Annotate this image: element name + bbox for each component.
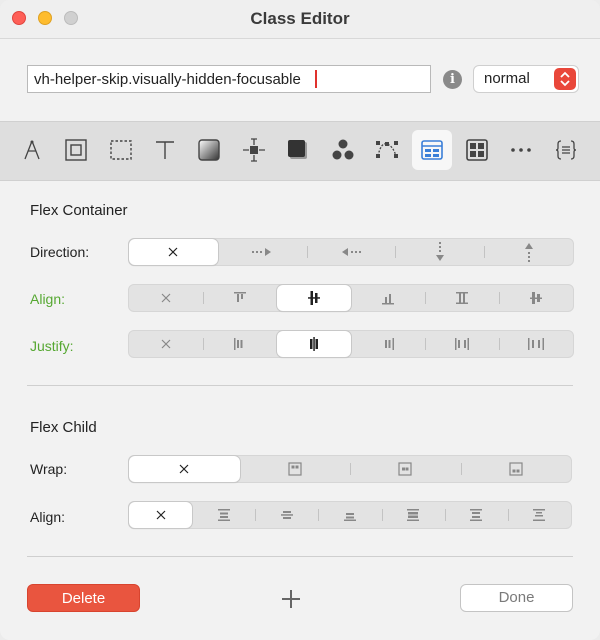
direction-column-reverse-button[interactable]	[484, 239, 573, 265]
box-icon[interactable]	[56, 130, 96, 170]
shapes-icon[interactable]	[323, 130, 363, 170]
child-align-end-button[interactable]	[318, 502, 381, 528]
path-icon[interactable]	[367, 130, 407, 170]
text-icon[interactable]	[145, 130, 185, 170]
child-align-none-button[interactable]	[129, 502, 193, 528]
align-label: Align:	[30, 291, 66, 307]
window-title: Class Editor	[250, 9, 350, 28]
state-select[interactable]: normal	[473, 65, 579, 93]
justify-none-button[interactable]	[129, 331, 203, 357]
wrap-label: Wrap:	[30, 461, 68, 477]
footer-divider	[27, 556, 573, 557]
wrap-segmented-control	[128, 455, 572, 483]
text-caret	[315, 70, 317, 88]
spacing-icon[interactable]	[234, 130, 274, 170]
align-baseline-button[interactable]	[499, 285, 573, 311]
direction-row-button[interactable]	[218, 239, 307, 265]
child-align-start-button[interactable]	[192, 502, 255, 528]
grid-layout-icon[interactable]	[457, 130, 497, 170]
state-select-value: normal	[484, 70, 530, 87]
wrap-bottom-right-button[interactable]	[460, 456, 572, 482]
child-align-stretch-button[interactable]	[381, 502, 445, 528]
class-name-input[interactable]	[27, 65, 431, 93]
justify-segmented-control	[128, 330, 574, 358]
justify-space-between-button[interactable]	[425, 331, 499, 357]
shadow-icon[interactable]	[278, 130, 318, 170]
justify-start-button[interactable]	[203, 331, 277, 357]
direction-column-button[interactable]	[395, 239, 484, 265]
child-align-auto-button[interactable]	[507, 502, 571, 528]
justify-label: Justify:	[30, 338, 74, 354]
select-arrows-icon	[554, 68, 576, 90]
gradient-icon[interactable]	[189, 130, 229, 170]
title-bar: Class Editor	[0, 0, 600, 39]
section-divider	[27, 385, 573, 386]
child-align-label: Align:	[30, 509, 66, 525]
justify-space-around-button[interactable]	[499, 331, 573, 357]
add-icon[interactable]	[278, 586, 304, 612]
dashed-box-icon[interactable]	[101, 130, 141, 170]
code-icon[interactable]	[546, 130, 586, 170]
style-toolbar	[0, 121, 600, 181]
align-stretch-button[interactable]	[425, 285, 499, 311]
direction-segmented-control	[128, 238, 574, 266]
more-icon[interactable]	[501, 130, 541, 170]
align-start-button[interactable]	[203, 285, 277, 311]
justify-end-button[interactable]	[351, 331, 425, 357]
child-align-center-button[interactable]	[255, 502, 318, 528]
direction-none-button[interactable]	[129, 239, 218, 265]
flex-container-title: Flex Container	[30, 202, 128, 219]
done-button[interactable]: Done	[460, 584, 573, 612]
justify-center-button[interactable]	[277, 331, 351, 357]
align-center-button[interactable]	[277, 285, 351, 311]
align-end-button[interactable]	[351, 285, 425, 311]
wrap-none-button[interactable]	[129, 456, 240, 482]
info-icon[interactable]: i	[443, 70, 462, 89]
wrap-top-left-button[interactable]	[240, 456, 351, 482]
align-segmented-control	[128, 284, 574, 312]
child-align-baseline-button[interactable]	[444, 502, 508, 528]
child-align-segmented-control	[128, 501, 572, 529]
flex-child-title: Flex Child	[30, 419, 97, 436]
delete-button[interactable]: Delete	[27, 584, 140, 612]
wrap-center-button[interactable]	[350, 456, 461, 482]
class-editor-window: Class Editor i normal	[0, 0, 600, 640]
pen-tool-icon[interactable]	[12, 130, 52, 170]
flex-layout-icon[interactable]	[412, 130, 452, 170]
direction-label: Direction:	[30, 244, 90, 260]
align-none-button[interactable]	[129, 285, 203, 311]
direction-row-reverse-button[interactable]	[306, 239, 396, 265]
